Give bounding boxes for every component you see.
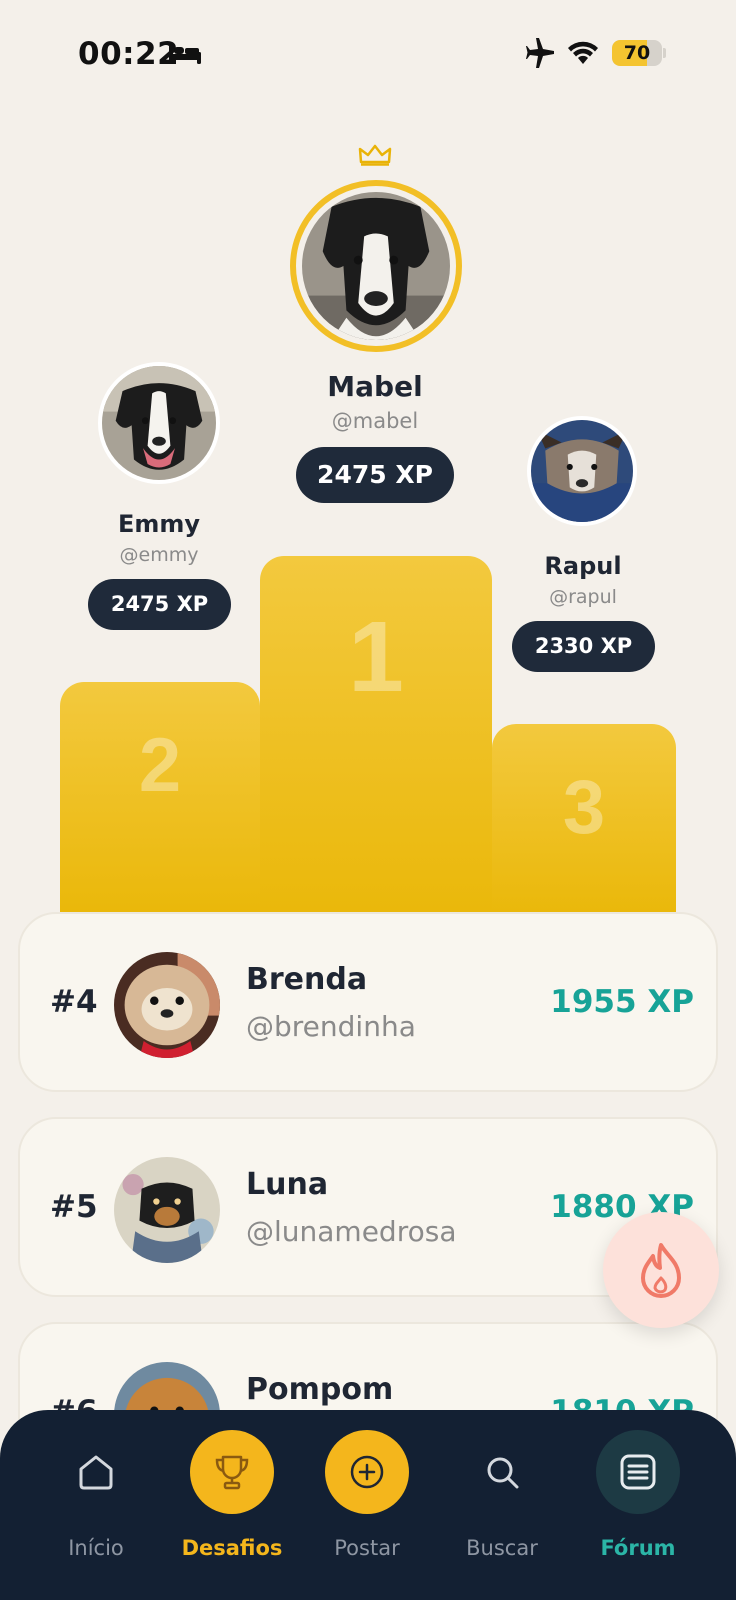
- first-place-xp: 2475 XP: [296, 447, 454, 503]
- dog-photo-emmy: [102, 366, 216, 480]
- nav-label: Postar: [334, 1536, 400, 1560]
- trophy-icon: [215, 1455, 249, 1490]
- second-place-handle: @emmy: [119, 544, 199, 566]
- podium-block-third: 3: [492, 724, 676, 914]
- rank-name: Pompom: [246, 1372, 394, 1407]
- search-icon: [487, 1457, 519, 1489]
- nav-label: Início: [68, 1536, 124, 1560]
- podium-block-second: 2: [60, 682, 260, 912]
- bottom-navigation: Início Desafios Postar Buscar Fórum: [0, 1410, 736, 1600]
- podium-rank-2: 2: [138, 723, 182, 808]
- nav-label: Desafios: [181, 1536, 283, 1560]
- rank-handle: @lunamedrosa: [246, 1215, 457, 1248]
- nav-label: Buscar: [466, 1536, 538, 1560]
- nav-inicio[interactable]: Início: [29, 1430, 163, 1580]
- dog-photo-mabel: [302, 192, 450, 340]
- battery-indicator: 70: [612, 40, 666, 66]
- nav-buscar[interactable]: Buscar: [435, 1430, 569, 1580]
- first-place-handle: @mabel: [331, 409, 419, 433]
- nav-label: Fórum: [600, 1536, 676, 1560]
- sleep-mode-icon: [169, 44, 201, 64]
- battery-level: 70: [623, 42, 651, 64]
- podium-rank-1: 1: [348, 601, 404, 713]
- airplane-mode-icon: [526, 38, 554, 68]
- status-time: 00:22: [78, 36, 180, 72]
- dog-photo-rapul: [531, 420, 633, 522]
- avatar: [114, 952, 220, 1058]
- avatar-first-place[interactable]: [290, 180, 462, 352]
- podium-block-first: 1: [260, 556, 492, 916]
- third-place-xp: 2330 XP: [512, 621, 655, 672]
- crown-icon: [358, 144, 392, 166]
- avatar-third-place[interactable]: [527, 416, 637, 526]
- nav-desafios[interactable]: Desafios: [165, 1430, 299, 1580]
- dog-photo-brenda: [114, 952, 220, 1058]
- status-bar: 00:22 70: [0, 0, 736, 110]
- wifi-icon: [568, 41, 598, 64]
- nav-forum[interactable]: Fórum: [571, 1430, 705, 1580]
- streak-fab-button[interactable]: [603, 1212, 719, 1328]
- rank-handle: @brendinha: [246, 1010, 416, 1043]
- avatar-second-place[interactable]: [98, 362, 220, 484]
- first-place-name: Mabel: [327, 370, 423, 403]
- second-place-xp: 2475 XP: [88, 579, 231, 630]
- dog-photo-luna: [114, 1157, 220, 1263]
- rank-xp: 1955 XP: [550, 984, 694, 1020]
- forum-icon: [620, 1454, 656, 1490]
- ranking-row-4[interactable]: #4 Brenda @brendinha 1955 XP: [18, 912, 718, 1092]
- rank-name: Brenda: [246, 962, 368, 997]
- rank-position: #4: [50, 984, 98, 1020]
- avatar: [114, 1157, 220, 1263]
- plus-circle-icon: [350, 1455, 384, 1489]
- second-place-name: Emmy: [117, 510, 201, 538]
- home-icon: [79, 1455, 113, 1490]
- nav-postar[interactable]: Postar: [300, 1430, 434, 1580]
- rank-name: Luna: [246, 1167, 329, 1202]
- rank-position: #5: [50, 1189, 98, 1225]
- flame-icon: [641, 1243, 681, 1298]
- podium-rank-3: 3: [562, 765, 606, 850]
- third-place-handle: @rapul: [549, 586, 617, 608]
- third-place-name: Rapul: [544, 552, 622, 580]
